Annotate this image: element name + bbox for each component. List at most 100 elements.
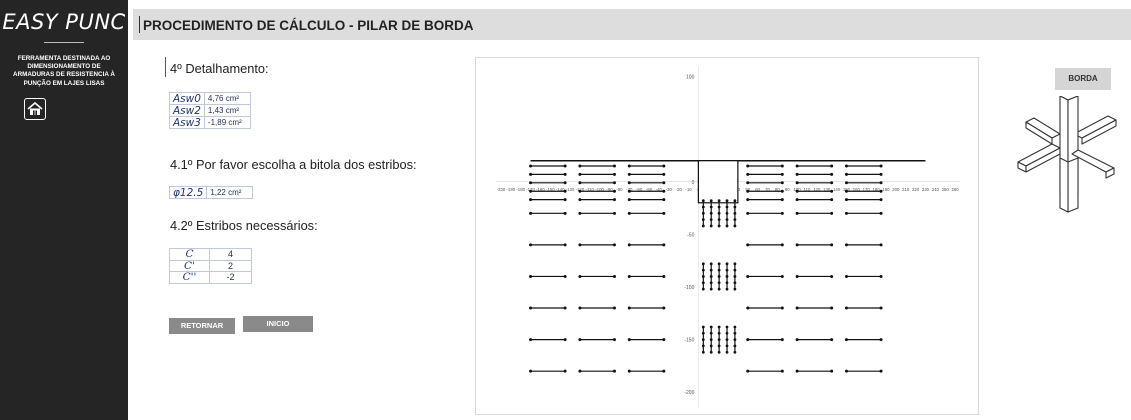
section-title-estribos: 4.2º Estribos necessários: — [170, 218, 318, 233]
stirrup-point — [725, 211, 729, 215]
stirrup-point — [717, 199, 721, 203]
stirrup-point — [563, 306, 567, 310]
stirrup-point — [795, 211, 799, 215]
stirrup-point — [709, 281, 713, 285]
stirrup-point — [662, 181, 666, 185]
y-tick-label: 0 — [692, 180, 695, 186]
stirrup-point — [725, 281, 729, 285]
stirrup-point — [701, 325, 705, 329]
retornar-button[interactable]: RETORNAR — [169, 318, 235, 334]
stirrup-point — [733, 205, 737, 209]
stirrup-point — [612, 338, 616, 342]
inicio-button[interactable]: INICIO — [243, 316, 313, 332]
stirrup-point — [529, 274, 533, 278]
stirrup-point — [725, 262, 729, 266]
stirrup-point — [733, 262, 737, 266]
stirrup-point — [733, 287, 737, 291]
stirrup-point — [717, 275, 721, 278]
stirrup-point — [717, 262, 721, 266]
stirrup-point — [879, 181, 883, 185]
y-tick-label: -200 — [684, 390, 694, 396]
stirrup-point — [844, 198, 848, 202]
x-tick-label: -30 — [666, 187, 673, 192]
stirrup-point — [662, 189, 666, 193]
stirrup-point — [717, 211, 721, 215]
stirrup-point — [746, 181, 750, 185]
stirrup-point — [780, 274, 784, 278]
stirrup-point — [627, 369, 631, 373]
bitola-label[interactable]: φ12.5 — [168, 186, 208, 199]
x-tick-label: 200 — [892, 187, 900, 192]
stirrup-point — [701, 350, 705, 354]
stirrup-point — [563, 172, 567, 176]
asw-table: Asw0 4,76 cm² Asw2 1,43 cm² Asw3 -1,89 c… — [169, 92, 251, 129]
stirrup-point — [701, 262, 705, 266]
table-row[interactable]: φ12.5 1,22 cm² — [168, 186, 254, 199]
stirrup-point — [780, 306, 784, 310]
stirrup-point — [733, 211, 737, 215]
stirrup-point — [733, 281, 737, 285]
stirrup-point — [780, 338, 784, 342]
stirrup-point — [709, 350, 713, 354]
stirrup-point — [709, 287, 713, 291]
header-marker — [139, 16, 140, 33]
stirrup-point — [701, 344, 705, 348]
stirrup-point — [563, 243, 567, 247]
y-tick-label: -150 — [684, 338, 694, 344]
x-tick-label: -80 — [616, 187, 623, 192]
stirrup-point — [563, 274, 567, 278]
stirrup-point — [529, 211, 533, 215]
home-icon — [27, 102, 43, 115]
asw2-label: Asw2 — [169, 104, 205, 117]
stirrup-point — [746, 198, 750, 202]
stirrup-point — [717, 325, 721, 329]
stirrup-point — [717, 205, 721, 209]
stirrup-point — [529, 338, 533, 342]
app-logo: EASY PUNC — [2, 10, 126, 34]
stirrup-point — [879, 306, 883, 310]
table-row: Asw0 4,76 cm² — [169, 92, 251, 105]
c-prime-value: 2 — [209, 259, 252, 272]
stirrup-point — [578, 369, 582, 373]
stirrup-point — [725, 344, 729, 348]
stirrup-point — [529, 181, 533, 185]
x-tick-label: 210 — [902, 187, 910, 192]
stirrup-point — [844, 172, 848, 176]
stirrup-point — [725, 287, 729, 291]
stirrup-point — [746, 172, 750, 176]
stirrup-point — [725, 325, 729, 329]
stirrup-point — [717, 287, 721, 291]
x-tick-label: -130 — [566, 187, 575, 192]
stirrup-point — [627, 198, 631, 202]
stirrup-point — [717, 224, 721, 228]
c-prime-label: C' — [169, 259, 210, 272]
stirrup-point — [627, 211, 631, 215]
stirrup-point — [830, 243, 834, 247]
stirrup-point — [844, 211, 848, 215]
borda-button[interactable]: BORDA — [1055, 68, 1111, 90]
stirrup-point — [578, 172, 582, 176]
stirrup-point — [780, 198, 784, 202]
stirrup-point — [578, 243, 582, 247]
stirrup-point — [844, 338, 848, 342]
stirrup-point — [733, 218, 737, 222]
c-double-prime-value: -2 — [209, 271, 252, 284]
edge-pillar-illustration — [1017, 96, 1117, 213]
x-tick-label: -180 — [516, 187, 525, 192]
stirrup-point — [578, 164, 582, 168]
stirrup-point — [746, 369, 750, 373]
stirrup-point — [725, 350, 729, 354]
stirrup-point — [795, 274, 799, 278]
stirrup-point — [578, 181, 582, 185]
stirrup-point — [795, 164, 799, 168]
app-window: EASY PUNC FERRAMENTA DESTINADA AO DIMENS… — [0, 0, 1131, 420]
stirrup-point — [879, 198, 883, 202]
home-button[interactable] — [24, 98, 46, 120]
stirrup-point — [746, 306, 750, 310]
stirrup-point — [529, 243, 533, 247]
stirrup-point — [578, 338, 582, 342]
stirrup-point — [662, 172, 666, 176]
stirrup-point — [780, 189, 784, 193]
stirrup-point — [612, 243, 616, 247]
stirrup-point — [662, 164, 666, 168]
